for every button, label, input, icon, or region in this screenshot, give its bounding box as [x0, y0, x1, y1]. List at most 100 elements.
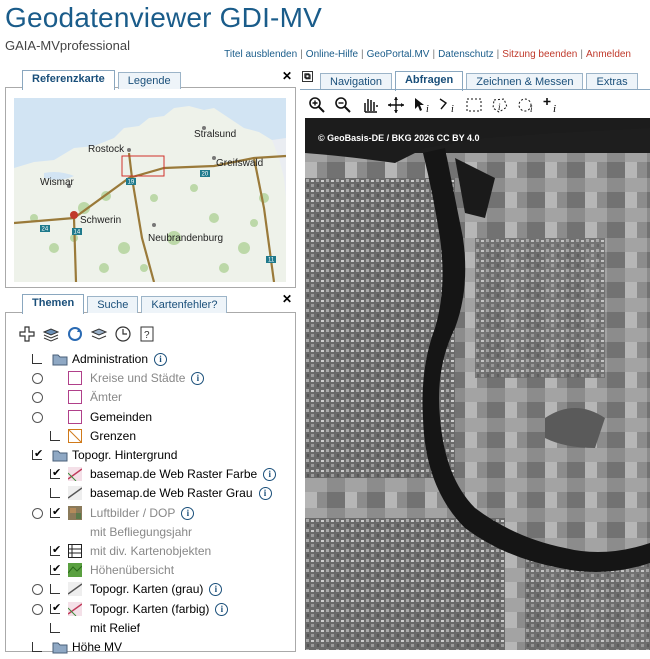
layer-checkbox[interactable] — [50, 584, 60, 594]
header-link[interactable]: GeoPortal.MV — [367, 49, 430, 60]
layer-item[interactable]: Ämter — [90, 388, 122, 406]
layer-label: Kreise und Städte — [90, 371, 186, 385]
tab[interactable]: Abfragen — [394, 71, 464, 91]
layers-tabs: Themen Suche Kartenfehler? — [22, 293, 230, 314]
layer-label: mit Relief — [90, 621, 141, 635]
header-link[interactable]: Anmelden — [586, 49, 631, 60]
pan-hand-icon[interactable] — [359, 96, 381, 114]
info-point-icon[interactable]: i — [541, 96, 563, 115]
layer-item[interactable]: Topogr. Hintergrund — [72, 446, 177, 464]
road-number: 20 — [202, 172, 209, 178]
basemap-gray-icon — [67, 486, 83, 500]
ref-place-label: Neubrandenburg — [148, 233, 223, 244]
tab[interactable]: Legende — [117, 72, 181, 89]
move-icon[interactable] — [385, 96, 407, 114]
road-number: 24 — [42, 227, 49, 233]
close-layers-panel-icon[interactable]: ✕ — [281, 293, 293, 306]
folder-icon — [52, 448, 68, 462]
layer-label: mit div. Kartenobjekten — [90, 544, 212, 558]
header-link[interactable]: Datenschutz — [438, 49, 494, 60]
layer-item[interactable]: Grenzen — [90, 427, 136, 445]
layer-radio[interactable] — [32, 584, 43, 595]
layer-item[interactable]: Höhe MV — [72, 638, 122, 656]
tab[interactable]: Themen — [22, 294, 85, 314]
info-circle-icon[interactable]: i — [515, 96, 537, 114]
layers-icon[interactable] — [42, 325, 60, 343]
info-icon[interactable]: i — [209, 582, 223, 596]
info-icon[interactable]: i — [215, 602, 229, 616]
info-rect-icon[interactable] — [463, 96, 485, 114]
layer-radio[interactable] — [32, 392, 43, 403]
header-link[interactable]: Titel ausblenden — [224, 49, 297, 60]
layer-item[interactable]: Höhenübersicht — [90, 561, 174, 579]
tab[interactable]: Referenzkarte — [22, 70, 115, 90]
layer-toolbar: ? — [18, 325, 156, 343]
layer-label: basemap.de Web Raster Grau — [90, 486, 253, 500]
layer-item[interactable]: Topogr. Karten (farbig) i — [90, 600, 229, 618]
layer-item[interactable]: Topogr. Karten (grau) i — [90, 580, 223, 598]
header-link[interactable]: Sitzung beenden — [502, 49, 577, 60]
layer-label: Administration — [72, 352, 149, 366]
info-line-icon[interactable]: i — [437, 96, 459, 115]
refresh-icon[interactable] — [66, 325, 84, 343]
tab[interactable]: Zeichnen & Messen — [466, 73, 584, 90]
layer-radio[interactable] — [32, 508, 43, 519]
layer-checkbox-checked[interactable]: ✔ — [32, 449, 43, 460]
layer-item[interactable]: mit Befliegungsjahr — [90, 523, 192, 541]
info-polygon-icon[interactable]: i — [489, 96, 511, 114]
layer-checkbox-checked[interactable]: ✔ — [50, 564, 61, 575]
add-layer-icon[interactable] — [18, 325, 36, 343]
map-credit: © GeoBasis-DE / BKG 2026 CC BY 4.0 — [318, 133, 480, 143]
info-pointer-icon[interactable]: i — [411, 96, 433, 115]
layer-radio[interactable] — [32, 373, 43, 384]
layer-checkbox-checked[interactable]: ✔ — [50, 507, 61, 518]
info-icon[interactable]: i — [191, 371, 205, 385]
layer-checkbox[interactable] — [50, 488, 60, 498]
maximize-map-icon[interactable]: ⧉ — [302, 71, 313, 82]
link-separator: | — [432, 49, 436, 60]
layer-item[interactable]: mit Relief — [90, 619, 140, 637]
layer-checkbox-checked[interactable]: ✔ — [50, 545, 61, 556]
layers-stack-icon[interactable] — [90, 325, 108, 343]
header-link[interactable]: Online-Hilfe — [306, 49, 358, 60]
layer-checkbox[interactable] — [50, 431, 60, 441]
close-ref-panel-icon[interactable]: ✕ — [281, 70, 293, 83]
zoom-in-icon[interactable] — [307, 96, 329, 114]
tab[interactable]: Extras — [586, 73, 638, 90]
info-icon[interactable]: i — [181, 506, 195, 520]
info-icon[interactable]: i — [154, 352, 168, 366]
layer-checkbox[interactable] — [32, 642, 42, 652]
help-icon[interactable]: ? — [138, 325, 156, 343]
map-objects-icon — [68, 544, 82, 558]
layer-label: Höhenübersicht — [90, 563, 175, 577]
layer-radio[interactable] — [32, 412, 43, 423]
layer-radio[interactable] — [32, 604, 43, 615]
layer-item[interactable]: mit div. Kartenobjekten — [90, 542, 211, 560]
layer-item[interactable]: Gemeinden — [90, 408, 152, 426]
layer-checkbox-checked[interactable]: ✔ — [50, 603, 61, 614]
zoom-out-icon[interactable] — [333, 96, 355, 114]
layer-item[interactable]: Administration i — [72, 350, 168, 368]
ref-place-label: Schwerin — [80, 215, 121, 226]
layer-item[interactable]: basemap.de Web Raster Farbe i — [90, 465, 277, 483]
tab[interactable]: Kartenfehler? — [141, 296, 228, 313]
layer-checkbox-checked[interactable]: ✔ — [50, 468, 61, 479]
layer-item[interactable]: basemap.de Web Raster Grau i — [90, 484, 272, 502]
tab[interactable]: Navigation — [320, 73, 392, 90]
layer-label: Ämter — [90, 390, 123, 404]
svg-text:i: i — [530, 104, 533, 114]
aerial-photo-icon — [68, 506, 82, 520]
info-icon[interactable]: i — [258, 486, 272, 500]
clock-icon[interactable] — [114, 325, 132, 343]
svg-text:?: ? — [144, 330, 150, 341]
layer-item[interactable]: Luftbilder / DOP i — [90, 504, 195, 522]
tab[interactable]: Suche — [87, 296, 139, 313]
info-icon[interactable]: i — [263, 467, 277, 481]
aerial-map[interactable] — [305, 118, 650, 650]
reference-map[interactable]: Stralsund Rostock Greifswald Wismar Schw… — [14, 98, 286, 282]
layer-checkbox[interactable] — [32, 354, 42, 364]
layer-checkbox[interactable] — [50, 623, 60, 633]
layer-item[interactable]: Kreise und Städte i — [90, 369, 205, 387]
boundary-swatch-icon — [68, 429, 82, 443]
layer-label: Topogr. Karten (grau) — [90, 582, 204, 596]
